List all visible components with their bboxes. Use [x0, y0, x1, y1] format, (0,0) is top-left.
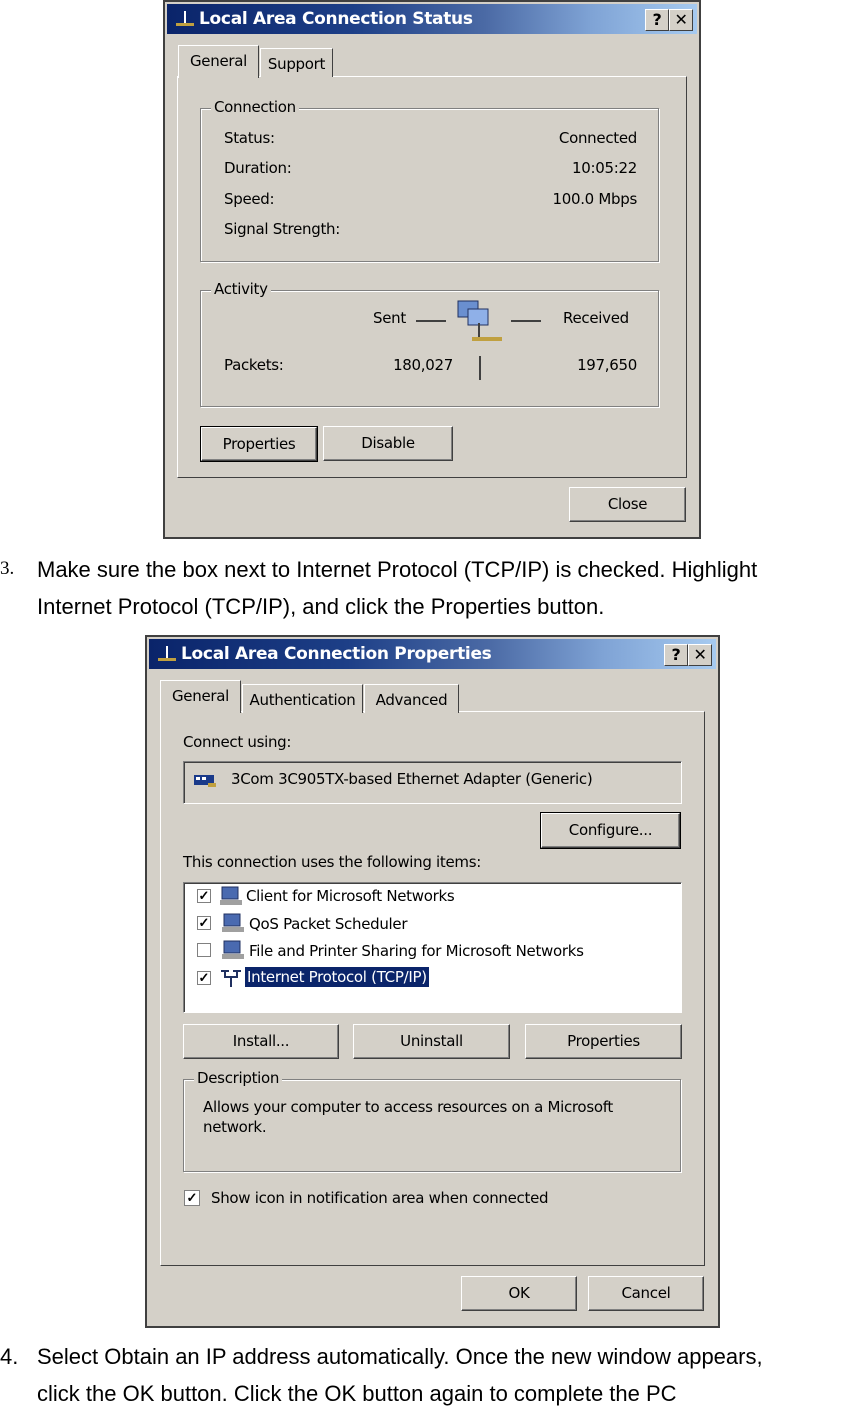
- network-icon: [176, 11, 194, 26]
- description-label: Description: [194, 1069, 283, 1087]
- step3-number: 3.: [0, 558, 15, 579]
- packets-sent: 180,027: [393, 356, 453, 374]
- item-properties-button[interactable]: Properties: [525, 1024, 682, 1059]
- show-icon-checkbox[interactable]: ✓: [184, 1190, 200, 1206]
- sent-line: [416, 320, 446, 322]
- tab-support[interactable]: Support: [260, 48, 333, 77]
- packets-received: 197,650: [577, 356, 637, 374]
- received-line: [511, 320, 541, 322]
- status-value: Connected: [558, 129, 637, 147]
- speed-value: 100.0 Mbps: [552, 190, 637, 208]
- duration-label: Duration:: [224, 159, 292, 177]
- item-checkbox[interactable]: ✓: [197, 971, 211, 985]
- sent-label: Sent: [373, 309, 406, 327]
- protocol-icon: [221, 970, 241, 987]
- signal-strength-label: Signal Strength:: [224, 220, 340, 238]
- step4-number: 4.: [0, 1344, 19, 1369]
- description-line2: network.: [203, 1118, 267, 1136]
- step3-line1: Make sure the box next to Internet Proto…: [37, 557, 758, 582]
- activity-label: Activity: [211, 280, 271, 298]
- packets-divider: [479, 356, 481, 380]
- close-x-button[interactable]: ✕: [688, 644, 712, 666]
- items-label: This connection uses the following items…: [183, 853, 482, 871]
- item-file-sharing-label[interactable]: File and Printer Sharing for Microsoft N…: [249, 942, 584, 960]
- close-button[interactable]: Close: [569, 487, 686, 522]
- title-bar[interactable]: Local Area Connection Status ? ✕: [167, 4, 697, 34]
- step4-line2: click the OK button. Click the OK button…: [37, 1381, 677, 1406]
- item-checkbox[interactable]: ✓: [197, 889, 211, 903]
- show-icon-label[interactable]: Show icon in notification area when conn…: [211, 1189, 549, 1207]
- connection-label: Connection: [211, 98, 299, 116]
- adapter-box: 3Com 3C905TX-based Ethernet Adapter (Gen…: [183, 761, 682, 804]
- computer-icon: [220, 886, 242, 905]
- description-line1: Allows your computer to access resources…: [203, 1098, 614, 1116]
- adapter-name: 3Com 3C905TX-based Ethernet Adapter (Gen…: [231, 770, 593, 788]
- item-checkbox[interactable]: [197, 943, 211, 957]
- connect-using-label: Connect using:: [183, 733, 292, 751]
- duration-value: 10:05:22: [572, 159, 637, 177]
- help-button[interactable]: ?: [645, 9, 669, 31]
- help-button[interactable]: ?: [664, 644, 688, 666]
- close-x-button[interactable]: ✕: [669, 9, 693, 31]
- install-button[interactable]: Install...: [183, 1024, 339, 1059]
- received-label: Received: [563, 309, 629, 327]
- dialog-title: Local Area Connection Properties: [181, 644, 492, 664]
- computer-icon: [222, 913, 244, 932]
- activity-group: Activity: [200, 280, 659, 407]
- title-bar[interactable]: Local Area Connection Properties ? ✕: [149, 639, 716, 669]
- disable-button[interactable]: Disable: [323, 426, 453, 461]
- dialog-title: Local Area Connection Status: [199, 9, 473, 29]
- tab-advanced[interactable]: Advanced: [364, 684, 459, 713]
- packets-label: Packets:: [224, 356, 284, 374]
- ok-button[interactable]: OK: [461, 1276, 577, 1311]
- tab-authentication[interactable]: Authentication: [242, 684, 363, 713]
- status-label: Status:: [224, 129, 275, 147]
- speed-label: Speed:: [224, 190, 275, 208]
- uninstall-button[interactable]: Uninstall: [353, 1024, 510, 1059]
- step3-line2: Internet Protocol (TCP/IP), and click th…: [37, 594, 605, 619]
- step4-line1: Select Obtain an IP address automaticall…: [37, 1344, 763, 1369]
- item-checkbox[interactable]: ✓: [197, 916, 211, 930]
- configure-button[interactable]: Configure...: [540, 812, 681, 849]
- tab-general[interactable]: General: [160, 680, 241, 713]
- network-adapter-icon: [194, 775, 216, 787]
- cancel-button[interactable]: Cancel: [588, 1276, 704, 1311]
- network-icon: [158, 646, 176, 661]
- computer-icon: [222, 940, 244, 959]
- network-computers-icon: [457, 300, 502, 341]
- item-client-label[interactable]: Client for Microsoft Networks: [246, 887, 455, 905]
- tab-general[interactable]: General: [178, 45, 259, 78]
- properties-button[interactable]: Properties: [200, 426, 318, 462]
- item-qos-label[interactable]: QoS Packet Scheduler: [249, 915, 408, 933]
- item-tcpip-label[interactable]: Internet Protocol (TCP/IP): [244, 966, 430, 988]
